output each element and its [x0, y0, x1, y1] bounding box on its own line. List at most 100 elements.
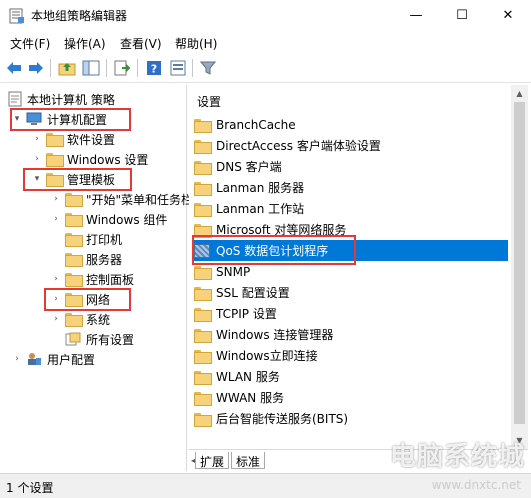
- menu-bar: 文件(F) 操作(A) 查看(V) 帮助(H): [0, 31, 531, 53]
- list-item[interactable]: SSL 配置设置: [192, 282, 508, 303]
- list-item[interactable]: Windows立即连接: [192, 345, 508, 366]
- chevron-right-icon[interactable]: ›: [32, 154, 42, 164]
- menu-action[interactable]: 操作(A): [64, 35, 106, 52]
- svg-text:?: ?: [151, 63, 157, 76]
- properties-button[interactable]: [167, 57, 189, 79]
- folder-icon: [65, 213, 83, 227]
- folder-icon: [194, 370, 212, 385]
- toolbar-separator: [192, 59, 193, 77]
- chevron-right-icon[interactable]: ›: [51, 314, 61, 324]
- folder-icon: [194, 181, 212, 196]
- tree-item-label: 控制面板: [86, 272, 135, 287]
- folder-icon: [194, 160, 212, 175]
- chevron-right-icon[interactable]: ›: [51, 194, 61, 204]
- folder-icon: [65, 253, 83, 267]
- list-item[interactable]: TCPIP 设置: [192, 303, 508, 324]
- list-item[interactable]: WLAN 服务: [192, 366, 508, 387]
- tree-item-start-menu[interactable]: › "开始"菜单和任务栏: [51, 189, 193, 209]
- tree-pane-icon: [82, 60, 100, 76]
- list-item[interactable]: BranchCache: [192, 114, 508, 135]
- tree-item-user-config[interactable]: › 用户配置: [12, 349, 95, 369]
- folder-icon: [46, 153, 64, 167]
- show-hide-tree-button[interactable]: [80, 57, 102, 79]
- properties-icon: [170, 60, 186, 76]
- tree-item-windows-components[interactable]: › Windows 组件: [51, 209, 167, 229]
- window-title: 本地组策略编辑器: [31, 9, 128, 23]
- highlight-box-qos: [192, 235, 356, 265]
- chevron-right-icon[interactable]: ›: [12, 354, 22, 364]
- list-item[interactable]: DirectAccess 客户端体验设置: [192, 135, 508, 156]
- up-folder-icon: [58, 63, 76, 76]
- folder-icon: [65, 313, 83, 327]
- user-icon: [28, 353, 41, 365]
- tree-item-system[interactable]: › 系统: [51, 309, 110, 329]
- list-item[interactable]: Lanman 工作站: [192, 198, 508, 219]
- folder-icon: [194, 118, 212, 133]
- folder-icon: [194, 412, 212, 427]
- toolbar-separator: [50, 59, 51, 77]
- tree-item-all-settings[interactable]: 所有设置: [65, 329, 134, 349]
- toolbar-separator: [106, 59, 107, 77]
- toolbar: ?: [0, 53, 531, 83]
- list-item[interactable]: WWAN 服务: [192, 387, 508, 408]
- watermark-url: www.dnxtc.net: [431, 478, 521, 492]
- tree-root-label: 本地计算机 策略: [27, 92, 115, 107]
- highlight-box-network: [44, 288, 131, 311]
- tree-item-label: 打印机: [86, 232, 123, 247]
- minimize-icon: —: [409, 8, 423, 23]
- menu-file[interactable]: 文件(F): [10, 35, 50, 52]
- filter-button[interactable]: [197, 57, 219, 79]
- folder-icon: [194, 328, 212, 343]
- close-button[interactable]: ✕: [485, 0, 531, 31]
- tree-item-software-settings[interactable]: › 软件设置: [32, 129, 115, 149]
- settings-list-pane: 设置 BranchCache DirectAccess 客户端体验设置 DNS …: [189, 85, 511, 449]
- list-item[interactable]: Windows 连接管理器: [192, 324, 508, 345]
- help-icon: ?: [147, 61, 161, 76]
- tab-extended[interactable]: 扩展: [195, 452, 230, 469]
- folder-icon: [65, 193, 83, 207]
- export-list-button[interactable]: [111, 57, 133, 79]
- filter-icon: [200, 61, 216, 75]
- list-item[interactable]: DNS 客户端: [192, 156, 508, 177]
- tree-root[interactable]: 本地计算机 策略: [8, 89, 115, 109]
- policy-document-icon: [8, 91, 22, 107]
- highlight-box-admin-templates: [23, 168, 132, 191]
- chevron-right-icon[interactable]: ›: [51, 214, 61, 224]
- policy-editor-icon: [9, 8, 24, 24]
- tree-item-label: Windows 组件: [86, 212, 168, 227]
- export-icon: [114, 60, 131, 76]
- vertical-scrollbar[interactable]: ▲ ▼: [511, 85, 528, 449]
- tree-item-control-panel[interactable]: › 控制面板: [51, 269, 134, 289]
- tab-standard[interactable]: 标准: [231, 452, 266, 469]
- help-button[interactable]: ?: [143, 57, 165, 79]
- list-item[interactable]: Lanman 服务器: [192, 177, 508, 198]
- title-bar: 本地组策略编辑器 — ☐ ✕: [0, 0, 531, 31]
- tree-item-label: 用户配置: [47, 352, 96, 367]
- up-folder-button[interactable]: [56, 57, 78, 79]
- highlight-box-computer-config: [10, 108, 131, 131]
- forward-arrow-icon: [29, 62, 43, 74]
- maximize-icon: ☐: [456, 8, 468, 23]
- list-item[interactable]: 后台智能传送服务(BITS): [192, 408, 508, 429]
- folder-icon: [46, 133, 64, 147]
- chevron-right-icon[interactable]: ›: [32, 134, 42, 144]
- column-header-settings[interactable]: 设置: [197, 93, 221, 110]
- menu-help[interactable]: 帮助(H): [175, 35, 217, 52]
- maximize-button[interactable]: ☐: [439, 0, 485, 31]
- tree-item-label: 软件设置: [67, 132, 116, 147]
- watermark: 电脑系统城: [389, 442, 525, 472]
- tree-item-server[interactable]: 服务器: [65, 249, 122, 269]
- minimize-button[interactable]: —: [393, 0, 439, 31]
- scroll-up-icon[interactable]: ▲: [511, 85, 528, 102]
- tree-item-label: 系统: [86, 312, 111, 327]
- back-button[interactable]: [3, 57, 25, 79]
- folder-icon: [194, 307, 212, 322]
- scroll-thumb[interactable]: [514, 102, 525, 424]
- tree-item-windows-settings[interactable]: › Windows 设置: [32, 149, 148, 169]
- chevron-right-icon[interactable]: ›: [51, 274, 61, 284]
- forward-button[interactable]: [25, 57, 47, 79]
- back-arrow-icon: [7, 62, 21, 74]
- menu-view[interactable]: 查看(V): [120, 35, 162, 52]
- folder-icon: [194, 349, 212, 364]
- tree-item-printers[interactable]: 打印机: [65, 229, 122, 249]
